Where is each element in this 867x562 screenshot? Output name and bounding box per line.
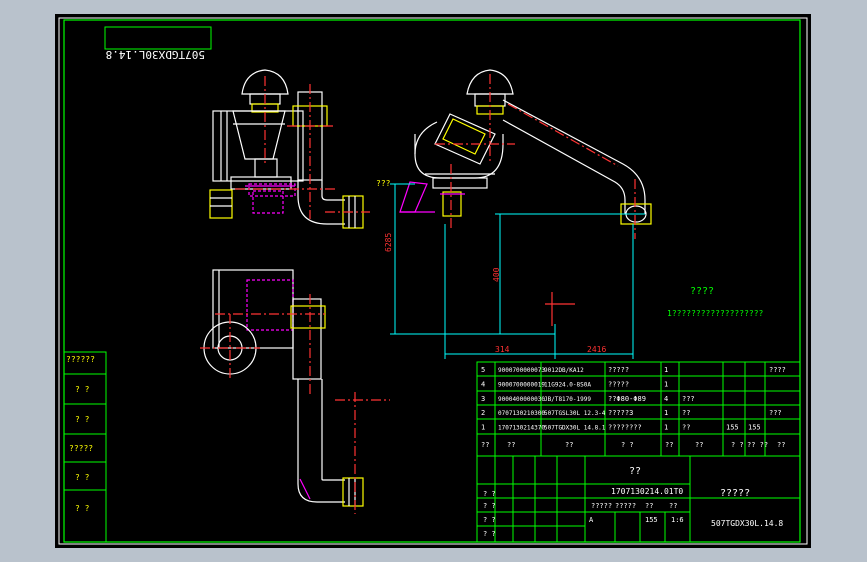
bom-header-2: ?? [565,441,573,449]
bom-header-6: ? ? [731,441,744,449]
drawing-sheet: 507TGDX30L.14.8 ?????? ? ? ? ? ????? ? ?… [55,14,811,548]
bom-cell-name: ??Φ80-Φ89 [608,395,646,403]
title-value-0: A [589,516,594,524]
tech-req-title: ???? [690,286,714,297]
bom-cell-qty: 1 [664,409,668,417]
dim-horizontal-left: 314 [495,345,510,354]
bom-cell-code: 1707130214370 [498,425,545,432]
bom-cell-name: ?????3 [608,409,633,417]
bom-cell-no: 4 [481,380,485,388]
bom-cell-note: ??? [769,409,782,417]
bom-cell-w1: 155 [726,424,739,432]
bom-cell-qty: 1 [664,380,668,388]
title-value-1: 155 [645,516,658,524]
bom-cell-std: 507TGSL30L 12.3-4 [544,410,606,417]
bom-cell-no: 1 [481,424,485,432]
bom-cell-qty: 4 [664,395,668,403]
left-col-text-1: ? ? [75,385,90,394]
bom-cell-name: ????? [608,380,629,388]
bom-cell-no: 5 [481,366,485,374]
title-code: 507TGDX30L.14.8 [711,519,783,528]
bom-cell-code: 9000400000030 [498,396,545,403]
bom-header-5: ?? [695,441,703,449]
title-scale-3: ?? [669,502,677,510]
bom-cell-std: 507TGDX30L 14.8.1 [544,425,606,432]
bom-cell-std: 11G924.0-8S0A [544,381,591,388]
title-scale-0: ????? [591,502,612,510]
front-view [209,69,370,229]
bom-cell-mat: ?? [682,409,690,417]
bom-cell-std: 9012DB/KA12 [544,367,584,374]
left-col-text-4: ? ? [75,473,90,482]
dim-horizontal-right: 2416 [587,345,606,354]
bom-header-4: ?? [665,441,673,449]
bom-cell-mat: ??? [682,395,695,403]
title-row-label-3: ? ? [483,530,496,538]
title-name: ????? [720,488,750,499]
dim-vertical-cyan: 6285 [384,233,393,252]
bom-table [476,361,801,543]
bom-cell-qty: 1 [664,424,668,432]
bom-header-3: ? ? [621,441,634,449]
bom-header-1: ?? [507,441,515,449]
title-row-label-1: ? ? [483,502,496,510]
left-col-text-3: ????? [69,444,93,453]
left-col-text-2: ? ? [75,415,90,424]
title-drawing-number: 1707130214.01T0 [611,487,683,496]
bom-cell-name: ???????? [608,424,642,432]
title-scale-2: ?? [645,502,653,510]
bom-cell-code: 9000700000019 [498,381,545,388]
bom-header-0: ?? [481,441,489,449]
title-row-label-0: ? ? [483,490,496,498]
top-view [200,269,390,514]
code-box-text: 507TGDX30L.14.8 [106,48,205,61]
title-scale-1: ????? [615,502,636,510]
bom-cell-no: 3 [481,395,485,403]
bom-cell-name: ????? [608,366,629,374]
bom-cell-code: 0707130210300 [498,410,545,417]
tech-req-line: 1??????????????????? [667,309,764,318]
title-value-2: 1:6 [671,516,684,524]
bom-header-8: ?? [777,441,785,449]
left-col-text-0: ?????? [66,355,95,364]
bom-cell-std: JB/T8170-1999 [544,396,591,403]
title-drawing: ?? [629,466,641,477]
bom-cell-code: 9000700000073 [498,367,545,374]
code-box: 507TGDX30L.14.8 [104,26,212,61]
bom-cell-note: ???? [769,366,786,374]
dim-vertical-red: 400 [492,267,501,282]
left-col-text-5: ? ? [75,504,90,513]
bom-cell-qty: 1 [664,366,668,374]
bom-cell-mat: ?? [682,424,690,432]
side-label: ??? [376,179,391,188]
bom-header-7: ?? ?? [747,441,768,449]
bom-cell-w2: 155 [748,424,761,432]
bom-cell-no: 2 [481,409,485,417]
title-row-label-2: ? ? [483,516,496,524]
outer-border [58,17,808,545]
cad-drawing: 507TGDX30L.14.8 ?????? ? ? ? ? ????? ? ?… [58,17,808,545]
side-view [390,69,652,359]
